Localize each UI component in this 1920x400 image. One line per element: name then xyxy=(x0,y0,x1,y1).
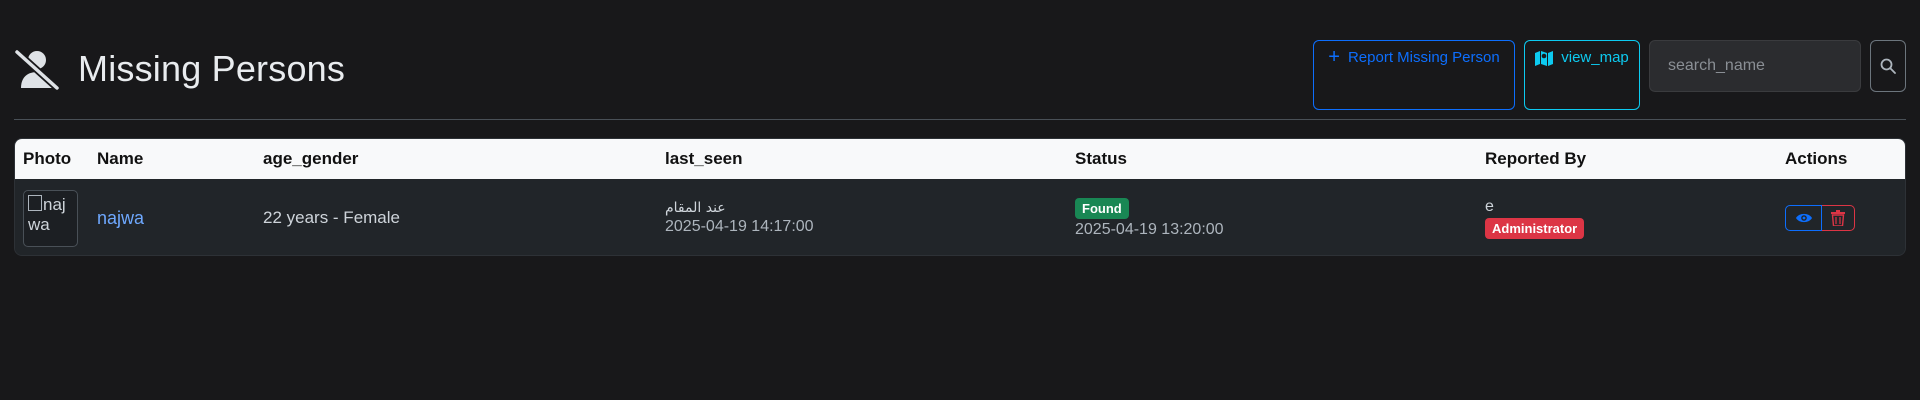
view-button[interactable] xyxy=(1785,205,1822,231)
reporter-name: e xyxy=(1485,197,1494,215)
search-input[interactable] xyxy=(1649,40,1861,92)
last-seen-location: عند المقام xyxy=(665,200,726,216)
column-header-name: Name xyxy=(97,149,144,168)
map-icon xyxy=(1535,51,1554,66)
user-slash-icon xyxy=(14,48,60,90)
column-header-last-seen: last_seen xyxy=(665,149,743,168)
search-icon xyxy=(1880,58,1896,74)
header-actions: + Report Missing Person view_map xyxy=(1313,40,1906,110)
plus-icon: + xyxy=(1328,46,1340,68)
reporter-role-badge: Administrator xyxy=(1485,217,1585,239)
page-title: Missing Persons xyxy=(78,48,346,89)
view-map-button[interactable]: view_map xyxy=(1524,40,1640,110)
last-seen-time: 2025-04-19 14:17:00 xyxy=(665,218,814,235)
table-row: najwa najwa 22 years - Female عند المقام… xyxy=(15,179,1905,255)
page-header: Missing Persons + Report Missing Person … xyxy=(14,40,1906,119)
column-header-status: Status xyxy=(1075,149,1127,168)
column-header-age-gender: age_gender xyxy=(263,149,359,168)
age-gender-cell: 22 years - Female xyxy=(263,208,400,227)
status-time: 2025-04-19 13:20:00 xyxy=(1075,220,1224,238)
search-button[interactable] xyxy=(1870,40,1906,92)
column-header-reported-by: Reported By xyxy=(1485,149,1587,168)
column-header-photo: Photo xyxy=(23,149,72,168)
missing-persons-table: Photo Name age_gender last_seen Status R… xyxy=(14,138,1906,256)
broken-image-icon xyxy=(28,194,42,211)
eye-icon xyxy=(1795,213,1812,223)
row-actions xyxy=(1785,205,1855,231)
column-header-actions: Actions xyxy=(1785,149,1848,168)
delete-button[interactable] xyxy=(1822,205,1855,231)
trash-icon xyxy=(1831,210,1845,226)
person-photo[interactable]: najwa xyxy=(23,189,78,247)
table-header-row: Photo Name age_gender last_seen Status R… xyxy=(15,139,1905,179)
title-group: Missing Persons xyxy=(14,48,345,90)
report-button-label: Report Missing Person xyxy=(1347,49,1500,66)
header-divider xyxy=(14,119,1906,120)
photo-alt-text: najwa xyxy=(28,194,73,235)
report-missing-person-button[interactable]: + Report Missing Person xyxy=(1313,40,1515,110)
person-name-link[interactable]: najwa xyxy=(97,208,144,228)
status-badge: Found xyxy=(1075,197,1129,219)
view-map-label: view_map xyxy=(1561,49,1629,66)
